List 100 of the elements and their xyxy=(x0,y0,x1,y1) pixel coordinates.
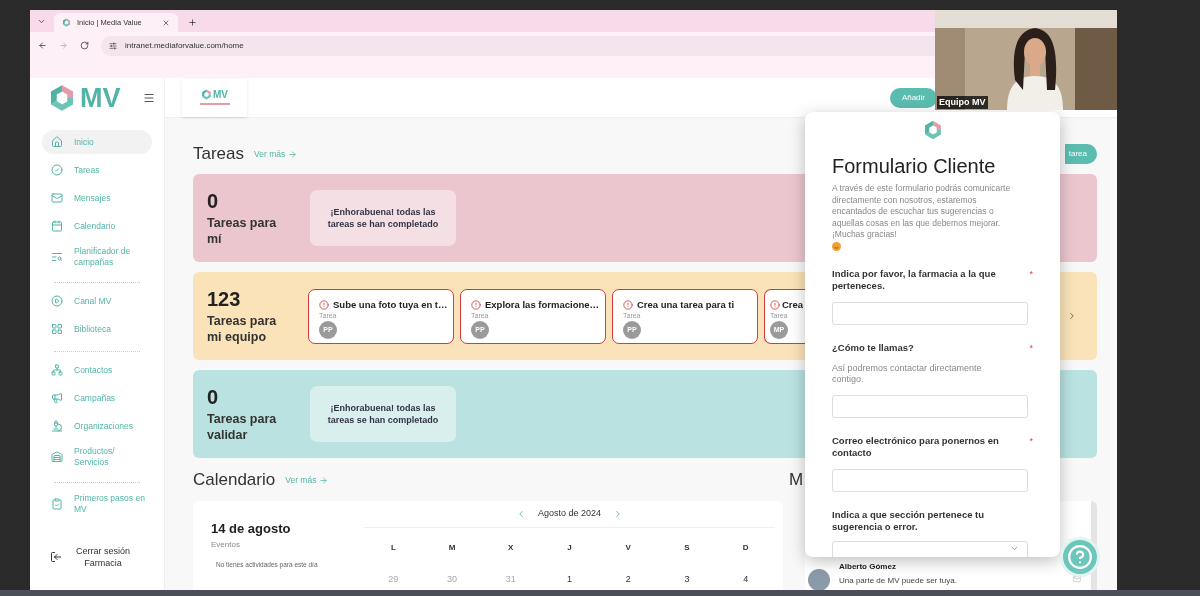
add-button[interactable]: Añadir xyxy=(889,87,937,108)
weekday-label: S xyxy=(683,542,691,554)
favicon xyxy=(62,18,71,27)
sidebar-item[interactable]: Primeros pasos en MV xyxy=(42,489,152,519)
form-description: A través de este formulario podrás comunicarte directamente con nosotros, estaremos encantados de escuchar tus sugerencias o aquellas cosas en las que debemos mejorar. ¡Muchas gracias! xyxy=(832,183,1012,241)
sidebar-item[interactable]: Tareas xyxy=(42,158,152,182)
required-mark: * xyxy=(1029,435,1033,448)
text-field[interactable] xyxy=(832,395,1028,418)
sidebar-item[interactable]: Contactos xyxy=(42,358,152,382)
logo-icon xyxy=(48,84,76,112)
sender-name: Alberto Gómez xyxy=(839,561,897,573)
alert-icon xyxy=(471,299,481,310)
field-label: Correo electrónico para ponernos en contacto xyxy=(832,435,1000,459)
calendar-day[interactable]: 30 xyxy=(422,573,482,587)
microscope-icon xyxy=(51,420,63,432)
alert-icon xyxy=(623,299,633,310)
field-label: Indica a que sección pertenece tu sugerencia o error. xyxy=(832,509,986,533)
logo-text: MV xyxy=(213,89,228,100)
task-title: Sube una foto tuya en t… xyxy=(333,297,448,312)
sidebar-item[interactable]: Canal MV xyxy=(42,289,152,313)
house-icon xyxy=(51,136,63,148)
back-icon[interactable] xyxy=(38,41,47,50)
list-search-icon xyxy=(51,251,63,263)
form-title: Formulario Cliente xyxy=(832,154,997,178)
calendar-icon xyxy=(51,220,63,232)
required-mark: * xyxy=(1029,341,1033,355)
logo-icon xyxy=(201,89,212,100)
logo-icon xyxy=(922,120,943,140)
task-group-label: Tareas para mi equipo xyxy=(207,313,278,345)
warehouse-icon xyxy=(51,451,63,463)
weekday-label: X xyxy=(507,542,515,554)
task-group-label: Tareas para validar xyxy=(207,411,278,443)
section-title: Tareas xyxy=(193,143,245,166)
text-field[interactable] xyxy=(832,301,1028,325)
calendar-day[interactable]: 31 xyxy=(481,573,541,587)
empty-message: ¡Enhorabuena! todas las tareas se han completado xyxy=(310,190,456,246)
address-bar[interactable]: intranet.mediaforvalue.com/home xyxy=(101,35,935,56)
calendar-day[interactable]: 29 xyxy=(364,573,423,587)
menu-icon[interactable] xyxy=(142,92,155,104)
empty-message: ¡Enhorabuena! todas las tareas se han completado xyxy=(310,386,456,442)
forward-icon[interactable] xyxy=(59,41,68,50)
logout-icon xyxy=(50,551,62,563)
task-title: Crea xyxy=(782,297,804,312)
nodes-icon xyxy=(51,364,63,376)
task-group-label: Tareas para mí xyxy=(207,215,278,247)
section-title: Calendario xyxy=(193,469,276,492)
check-circle-icon xyxy=(51,164,63,176)
logout-button[interactable]: Cerrar sesión Farmacia xyxy=(50,545,164,569)
sidebar-item[interactable]: Organizaciones xyxy=(42,414,152,438)
sidebar-item[interactable]: Mensajes xyxy=(42,186,152,210)
field-hint: Así podremos contactar directamente contigo. xyxy=(832,363,983,385)
weekday-label: J xyxy=(566,542,573,554)
alert-icon xyxy=(319,299,329,310)
sidebar-item[interactable]: Inicio xyxy=(42,130,152,154)
calendar-day[interactable]: 3 xyxy=(657,573,717,587)
new-tab-icon[interactable] xyxy=(188,18,197,27)
calendar-day[interactable]: 4 xyxy=(716,573,775,587)
message-preview: Una parte de MV puede ser tuya. xyxy=(839,575,958,587)
logout-label: Cerrar sesión xyxy=(76,545,131,557)
field-label: Indica por favor, la farmacia a la que perteneces. xyxy=(832,267,997,292)
sidebar-item[interactable]: Campañas xyxy=(42,386,152,410)
month-label: Agosto de 2024 xyxy=(537,507,602,521)
events-label: Eventos xyxy=(211,538,241,551)
alert-icon xyxy=(770,299,780,310)
task-count: 0 xyxy=(207,385,220,409)
see-more-link[interactable]: Ver más xyxy=(254,147,298,161)
sidebar-item[interactable]: Productos/ Servicios xyxy=(42,442,152,472)
weekday-label: V xyxy=(624,542,632,554)
sidebar-item[interactable]: Biblioteca xyxy=(42,317,152,341)
calendar-day[interactable]: 1 xyxy=(540,573,599,587)
clipboard-icon xyxy=(51,498,63,510)
arrow-right-icon xyxy=(319,475,329,485)
task-count: 0 xyxy=(207,189,220,213)
see-more-link[interactable]: Ver más xyxy=(285,473,329,487)
reload-icon[interactable] xyxy=(80,41,89,50)
avatar xyxy=(808,569,830,590)
task-count: 123 xyxy=(207,287,242,311)
calendar-day[interactable]: 2 xyxy=(598,573,658,587)
mail-icon[interactable] xyxy=(1073,575,1081,583)
play-icon xyxy=(51,295,63,307)
smiley-icon xyxy=(832,241,841,251)
account-name: Farmacia xyxy=(83,557,123,569)
weekday-label: M xyxy=(447,542,457,554)
tagline-mark xyxy=(199,103,230,106)
field-label: ¿Cómo te llamas? xyxy=(832,341,915,355)
new-task-button[interactable]: tarea xyxy=(1064,144,1097,164)
required-mark: * xyxy=(1029,267,1033,281)
section-title: M xyxy=(789,469,804,492)
mail-icon xyxy=(51,192,63,204)
sidebar-item[interactable]: Calendario xyxy=(42,214,152,238)
grid-icon xyxy=(51,323,63,335)
arrow-right-icon xyxy=(288,149,298,159)
help-icon xyxy=(1067,544,1093,570)
weekday-label: D xyxy=(741,542,750,554)
sidebar-item[interactable]: Planificador de campañas xyxy=(42,242,152,272)
site-settings-icon[interactable] xyxy=(109,41,117,50)
close-icon[interactable] xyxy=(162,18,170,27)
chevron-down-icon xyxy=(1010,544,1019,553)
text-field[interactable] xyxy=(832,469,1028,492)
megaphone-icon xyxy=(51,392,63,404)
